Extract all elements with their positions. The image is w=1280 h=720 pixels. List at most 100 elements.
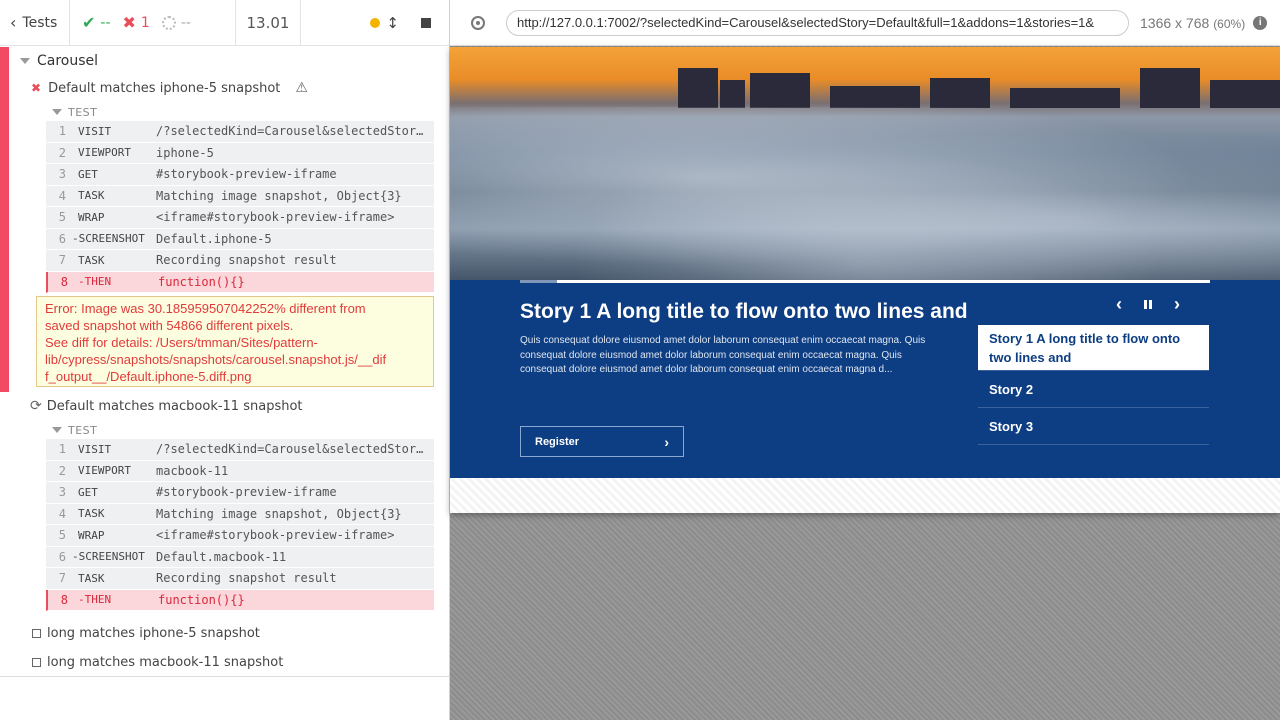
command-row[interactable]: 1 VISIT /?selectedKind=Carousel&selectedSt… <box>46 121 434 143</box>
auto-scroll-toggle[interactable]: ↕ <box>370 14 399 32</box>
test-title: Default matches macbook-11 snapshot <box>46 398 303 414</box>
command-message: <iframe#storybook-preview-iframe> <box>156 210 395 225</box>
command-name: TASK <box>78 253 105 267</box>
passed-count: -- <box>100 14 111 31</box>
story-item-2[interactable]: Story 2 <box>978 371 1209 408</box>
skyline-building <box>678 68 718 108</box>
command-number: 6 <box>58 549 66 564</box>
command-list: 1 VISIT /?selectedKind=Carousel&selectedSt… <box>46 121 434 293</box>
command-message: #storybook-preview-iframe <box>156 167 337 182</box>
command-row[interactable]: 6 -SCREENSHOT Default.iphone-5 <box>46 228 434 250</box>
next-icon[interactable]: › <box>1174 294 1180 315</box>
tests-label: Tests <box>22 14 58 31</box>
selector-playground-button[interactable] <box>450 0 506 46</box>
command-row-failed[interactable]: 8 -THEN function(){} <box>46 589 434 611</box>
url-field[interactable]: http://127.0.0.1:7002/?selectedKind=Caro… <box>506 9 1129 36</box>
tests-button[interactable]: ‹ Tests <box>0 0 70 45</box>
error-line: lib/cypress/snapshots/snapshots/carousel… <box>45 352 387 367</box>
story-item-3[interactable]: Story 3 <box>978 408 1209 445</box>
pause-icon[interactable] <box>1144 300 1152 309</box>
suite-title: Carousel <box>37 53 99 69</box>
crosshairs-icon <box>471 15 485 30</box>
suite-carousel[interactable]: Carousel <box>0 51 449 71</box>
command-number: 4 <box>58 188 66 203</box>
command-row[interactable]: 5 WRAP <iframe#storybook-preview-iframe> <box>46 525 434 547</box>
test-default-macbook-11[interactable]: ⟳ Default matches macbook-11 snapshot <box>0 396 449 416</box>
warning-icon: ⚠ <box>295 80 308 96</box>
command-row[interactable]: 5 WRAP <iframe#storybook-preview-iframe> <box>46 207 434 229</box>
caret-down-icon <box>20 58 30 64</box>
story-description: Quis consequat dolore eiusmod amet dolor… <box>520 335 926 375</box>
section-label: TEST <box>68 423 98 437</box>
test-default-iphone-5[interactable]: ✖ Default matches iphone-5 snapshot ⚠ <box>0 78 449 98</box>
story-item-1[interactable]: Story 1 A long title to flow onto two li… <box>978 325 1209 371</box>
command-message: <iframe#storybook-preview-iframe> <box>156 528 395 543</box>
reporter-controls: ↕ <box>301 0 449 45</box>
stop-icon[interactable] <box>421 17 431 28</box>
register-button[interactable]: Register › <box>520 426 684 457</box>
failed-stat[interactable]: ✖ 1 <box>123 13 150 32</box>
command-row[interactable]: 7 TASK Recording snapshot result <box>46 568 434 590</box>
viewport-size: 1366 x 768 <box>1140 14 1210 31</box>
passed-stat[interactable]: ✔ -- <box>82 13 111 32</box>
command-name: GET <box>78 167 98 181</box>
command-row[interactable]: 2 VIEWPORT iphone-5 <box>46 142 434 164</box>
command-message: function(){} <box>158 274 245 289</box>
command-name: VISIT <box>78 442 112 456</box>
test-section-header[interactable]: TEST <box>0 104 449 120</box>
command-name: TASK <box>78 571 105 585</box>
command-message: Default.macbook-11 <box>156 549 287 564</box>
command-message: macbook-11 <box>156 463 229 478</box>
story-title: Story 1 A long title to flow onto two li… <box>520 300 968 323</box>
command-name: -THEN <box>78 275 112 289</box>
test-section-header[interactable]: TEST <box>0 422 449 438</box>
test-title: long matches iphone-5 snapshot <box>47 625 260 641</box>
previous-icon[interactable]: ‹ <box>1116 294 1122 315</box>
progress-fill <box>520 280 558 283</box>
command-message: iphone-5 <box>156 145 214 160</box>
command-name: VIEWPORT <box>78 146 131 160</box>
command-row[interactable]: 1 VISIT /?selectedKind=Carousel&selectedSt… <box>46 439 434 461</box>
command-message: Recording snapshot result <box>156 571 337 586</box>
command-number: 4 <box>58 506 66 521</box>
error-line: See diff for details: /Users/tmman/Sites… <box>45 335 318 350</box>
skyline-building <box>830 86 920 108</box>
command-number: 3 <box>58 485 66 500</box>
test-long-iphone-5[interactable]: long matches iphone-5 snapshot <box>0 623 449 643</box>
command-row-failed[interactable]: 8 -THEN function(){} <box>46 271 434 293</box>
skyline-building <box>1140 68 1200 108</box>
reporter-header: ‹ Tests ✔ -- ✖ 1 -- 13.01 ↕ <box>0 0 449 46</box>
error-message[interactable]: Error: Image was 30.185959507042252% dif… <box>36 296 434 387</box>
command-name: VISIT <box>78 124 112 138</box>
x-icon: ✖ <box>122 13 136 32</box>
chevron-left-icon: ‹ <box>10 13 17 32</box>
command-name: WRAP <box>78 210 105 224</box>
command-name: -THEN <box>78 593 112 607</box>
command-row[interactable]: 7 TASK Recording snapshot result <box>46 250 434 272</box>
check-icon: ✔ <box>82 13 96 32</box>
command-row[interactable]: 2 VIEWPORT macbook-11 <box>46 460 434 482</box>
skyline-building <box>720 80 745 108</box>
command-number: 5 <box>58 210 66 225</box>
command-row[interactable]: 4 TASK Matching image snapshot, Object{3} <box>46 185 434 207</box>
command-name: -SCREENSHOT <box>72 550 145 564</box>
test-long-macbook-11[interactable]: long matches macbook-11 snapshot <box>0 652 449 672</box>
command-message: function(){} <box>158 592 245 607</box>
aut-panel: http://127.0.0.1:7002/?selectedKind=Caro… <box>450 0 1280 720</box>
caret-down-icon <box>52 109 62 115</box>
command-message: /?selectedKind=Carousel&selectedStory=De… <box>156 442 434 457</box>
pending-stat[interactable]: -- <box>161 15 191 31</box>
command-number: 3 <box>58 167 66 182</box>
info-icon[interactable]: i <box>1253 15 1268 30</box>
command-number: 1 <box>58 442 66 457</box>
pattern-background <box>450 478 1280 513</box>
command-name: TASK <box>78 507 105 521</box>
command-name: -SCREENSHOT <box>72 232 145 246</box>
viewport-info[interactable]: 1366 x 768 (60%) <box>1140 15 1245 31</box>
command-row[interactable]: 4 TASK Matching image snapshot, Object{3} <box>46 503 434 525</box>
command-row[interactable]: 3 GET #storybook-preview-iframe <box>46 482 434 504</box>
command-row[interactable]: 3 GET #storybook-preview-iframe <box>46 164 434 186</box>
pending-circle-icon <box>161 15 176 30</box>
test-title: long matches macbook-11 snapshot <box>47 654 284 670</box>
command-row[interactable]: 6 -SCREENSHOT Default.macbook-11 <box>46 546 434 568</box>
